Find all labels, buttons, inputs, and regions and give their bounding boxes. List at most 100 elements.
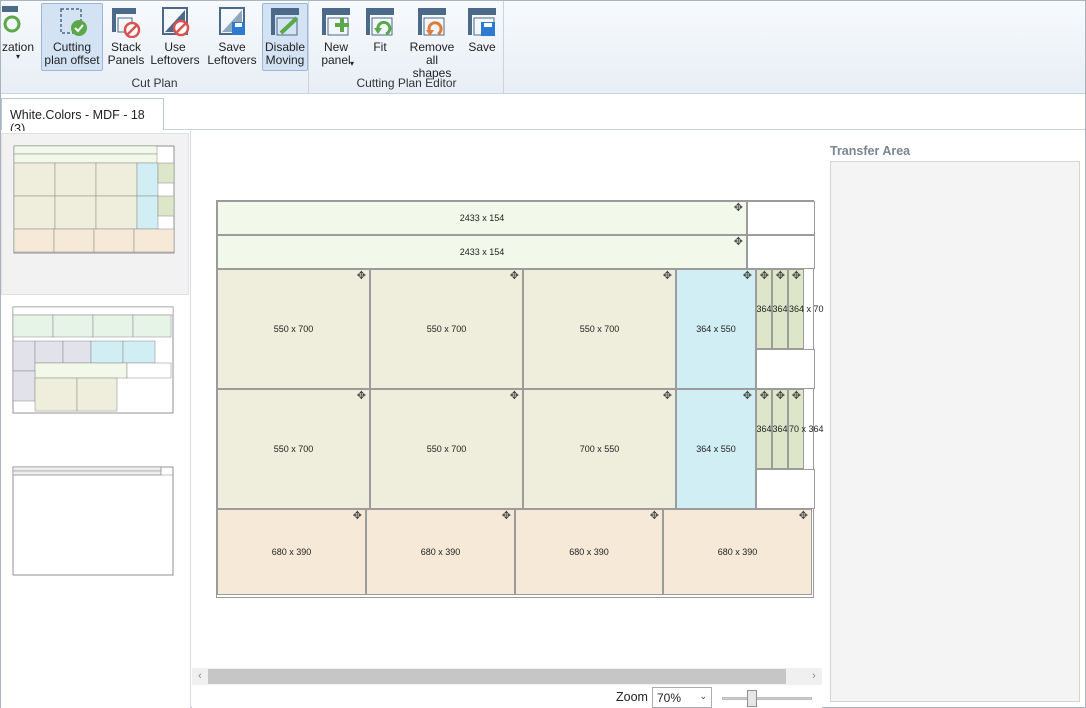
use-leftovers-icon <box>159 6 191 38</box>
piece-r2c3[interactable]: 700 x 550 ✥ <box>523 389 676 509</box>
scroll-right-icon[interactable]: › <box>806 668 822 685</box>
move-icon: ✥ <box>791 390 801 402</box>
piece-r1s1[interactable]: 364 ✥ <box>756 269 772 349</box>
sheet-thumbnail-pane <box>1 131 191 708</box>
save-icon <box>466 6 498 38</box>
sheet-thumbnail-1[interactable] <box>1 133 189 295</box>
move-icon: ✥ <box>501 510 511 522</box>
piece-label: 550 x 700 <box>273 444 314 454</box>
disable-moving-icon <box>269 6 301 38</box>
new-panel-button[interactable]: New panel ▾ <box>316 3 356 71</box>
piece-label: 680 x 390 <box>420 547 461 557</box>
fit-label: Fit <box>373 40 387 54</box>
cutting-plan-offset-button[interactable]: Cutting plan offset <box>41 3 103 71</box>
optimization-button[interactable]: zation ▾ <box>0 3 39 71</box>
sheet-thumbnail-2[interactable] <box>1 301 189 421</box>
stack-panels-label: Stack Panels <box>107 40 145 67</box>
leftover-area <box>747 201 815 235</box>
piece-p2[interactable]: 680 x 390 ✥ <box>366 509 515 595</box>
move-icon: ✥ <box>356 390 366 402</box>
cutting-plan-canvas[interactable]: 2433 x 154 ✥ 2433 x 154 ✥ 550 x 700 ✥ 550 x… <box>192 131 824 708</box>
zoom-bar: Zoom 70% ⌄ <box>192 686 822 708</box>
move-icon: ✥ <box>759 390 769 402</box>
stack-panels-button[interactable]: Stack Panels <box>105 3 147 71</box>
move-icon: ✥ <box>356 270 366 282</box>
piece-label: 364 <box>756 424 772 434</box>
disable-moving-button[interactable]: Disable Moving <box>262 3 308 71</box>
piece-p1[interactable]: 680 x 390 ✥ <box>217 509 366 595</box>
move-icon: ✥ <box>649 510 659 522</box>
save-leftovers-icon <box>216 6 248 38</box>
stack-panels-icon <box>110 6 142 39</box>
piece-label: 550 x 700 <box>426 324 467 334</box>
use-leftovers-label: Use Leftovers <box>150 40 200 67</box>
piece-r1s3[interactable]: 364 x 70 ✥ <box>788 269 824 349</box>
move-icon: ✥ <box>509 270 519 282</box>
move-icon: ✥ <box>352 510 362 522</box>
leftover-area <box>756 469 815 509</box>
cut-plan-group-label: Cut Plan <box>131 76 178 90</box>
move-icon: ✥ <box>509 390 519 402</box>
fit-button[interactable]: Fit <box>362 3 398 71</box>
remove-all-shapes-icon <box>416 6 448 38</box>
piece-strip-2[interactable]: 2433 x 154 ✥ <box>217 235 747 269</box>
ribbon: zation ▾ Cutting plan offset Stack Panel… <box>1 1 1085 94</box>
fit-icon <box>364 6 396 38</box>
move-icon: ✥ <box>742 270 752 282</box>
sheet-panel: 2433 x 154 ✥ 2433 x 154 ✥ 550 x 700 ✥ 550 x… <box>216 200 824 598</box>
piece-r1c4[interactable]: 364 x 550 ✥ <box>676 269 756 389</box>
new-panel-label: New panel <box>321 40 351 67</box>
piece-label: 70 x 364 <box>789 424 824 434</box>
save-leftovers-button[interactable]: Save Leftovers <box>206 3 258 71</box>
piece-r2c2[interactable]: 550 x 700 ✥ <box>370 389 523 509</box>
leftover-area <box>747 235 815 269</box>
move-icon: ✥ <box>733 236 743 248</box>
save-label: Save <box>468 40 496 54</box>
move-icon: ✥ <box>733 202 743 214</box>
leftover-area <box>756 349 815 389</box>
optimization-icon <box>2 6 34 38</box>
sheet-thumbnail-3[interactable] <box>1 461 189 581</box>
piece-r1c1[interactable]: 550 x 700 ✥ <box>217 269 370 389</box>
piece-label: 700 x 550 <box>579 444 620 454</box>
scroll-left-icon[interactable]: ‹ <box>192 668 208 685</box>
piece-r2s1[interactable]: 364 ✥ <box>756 389 772 469</box>
cutting-plan-offset-label: Cutting plan offset <box>44 40 100 67</box>
document-tabbar: White.Colors - MDF - 18 (3) <box>1 94 1085 136</box>
remove-all-shapes-button[interactable]: Remove all shapes <box>405 3 459 80</box>
tab-white-colors-mdf[interactable]: White.Colors - MDF - 18 (3) <box>1 98 164 136</box>
move-icon: ✥ <box>662 270 672 282</box>
piece-p4[interactable]: 680 x 390 ✥ <box>663 509 812 595</box>
piece-label: 364 <box>772 424 788 434</box>
zoom-label: Zoom <box>616 690 648 704</box>
move-icon: ✥ <box>759 270 769 282</box>
zoom-select[interactable]: 70% ⌄ <box>652 687 712 708</box>
piece-r2s2[interactable]: 364 ✥ <box>772 389 788 469</box>
piece-r2s3[interactable]: 70 x 364 ✥ <box>788 389 824 469</box>
piece-r1s2[interactable]: 364 ✥ <box>772 269 788 349</box>
optimization-dropdown-icon: ▾ <box>15 52 20 61</box>
piece-r1c3[interactable]: 550 x 700 ✥ <box>523 269 676 389</box>
piece-r2c1[interactable]: 550 x 700 ✥ <box>217 389 370 509</box>
horizontal-scrollbar[interactable]: ‹ › <box>192 668 822 685</box>
new-panel-icon <box>320 6 352 38</box>
transfer-area[interactable] <box>830 161 1080 702</box>
use-leftovers-button[interactable]: Use Leftovers <box>149 3 201 71</box>
cutting-plan-editor-group-label: Cutting Plan Editor <box>356 76 457 90</box>
piece-label: 680 x 390 <box>569 547 609 557</box>
zoom-slider-knob[interactable] <box>747 690 757 707</box>
piece-label: 550 x 700 <box>426 444 467 454</box>
cut-plan-group: zation ▾ Cutting plan offset Stack Panel… <box>1 1 309 93</box>
scrollbar-thumb[interactable] <box>208 669 786 684</box>
zoom-slider[interactable] <box>722 690 812 707</box>
save-button[interactable]: Save <box>464 3 500 71</box>
piece-r1c2[interactable]: 550 x 700 ✥ <box>370 269 523 389</box>
move-icon: ✥ <box>742 390 752 402</box>
piece-label: 364 <box>772 304 788 314</box>
piece-p3[interactable]: 680 x 390 ✥ <box>515 509 663 595</box>
new-panel-dropdown-icon: ▾ <box>350 59 355 68</box>
zoom-value: 70% <box>657 691 682 705</box>
piece-r2c4[interactable]: 364 x 550 ✥ <box>676 389 756 509</box>
piece-label: 550 x 700 <box>579 324 620 334</box>
piece-strip-1[interactable]: 2433 x 154 ✥ <box>217 201 747 235</box>
